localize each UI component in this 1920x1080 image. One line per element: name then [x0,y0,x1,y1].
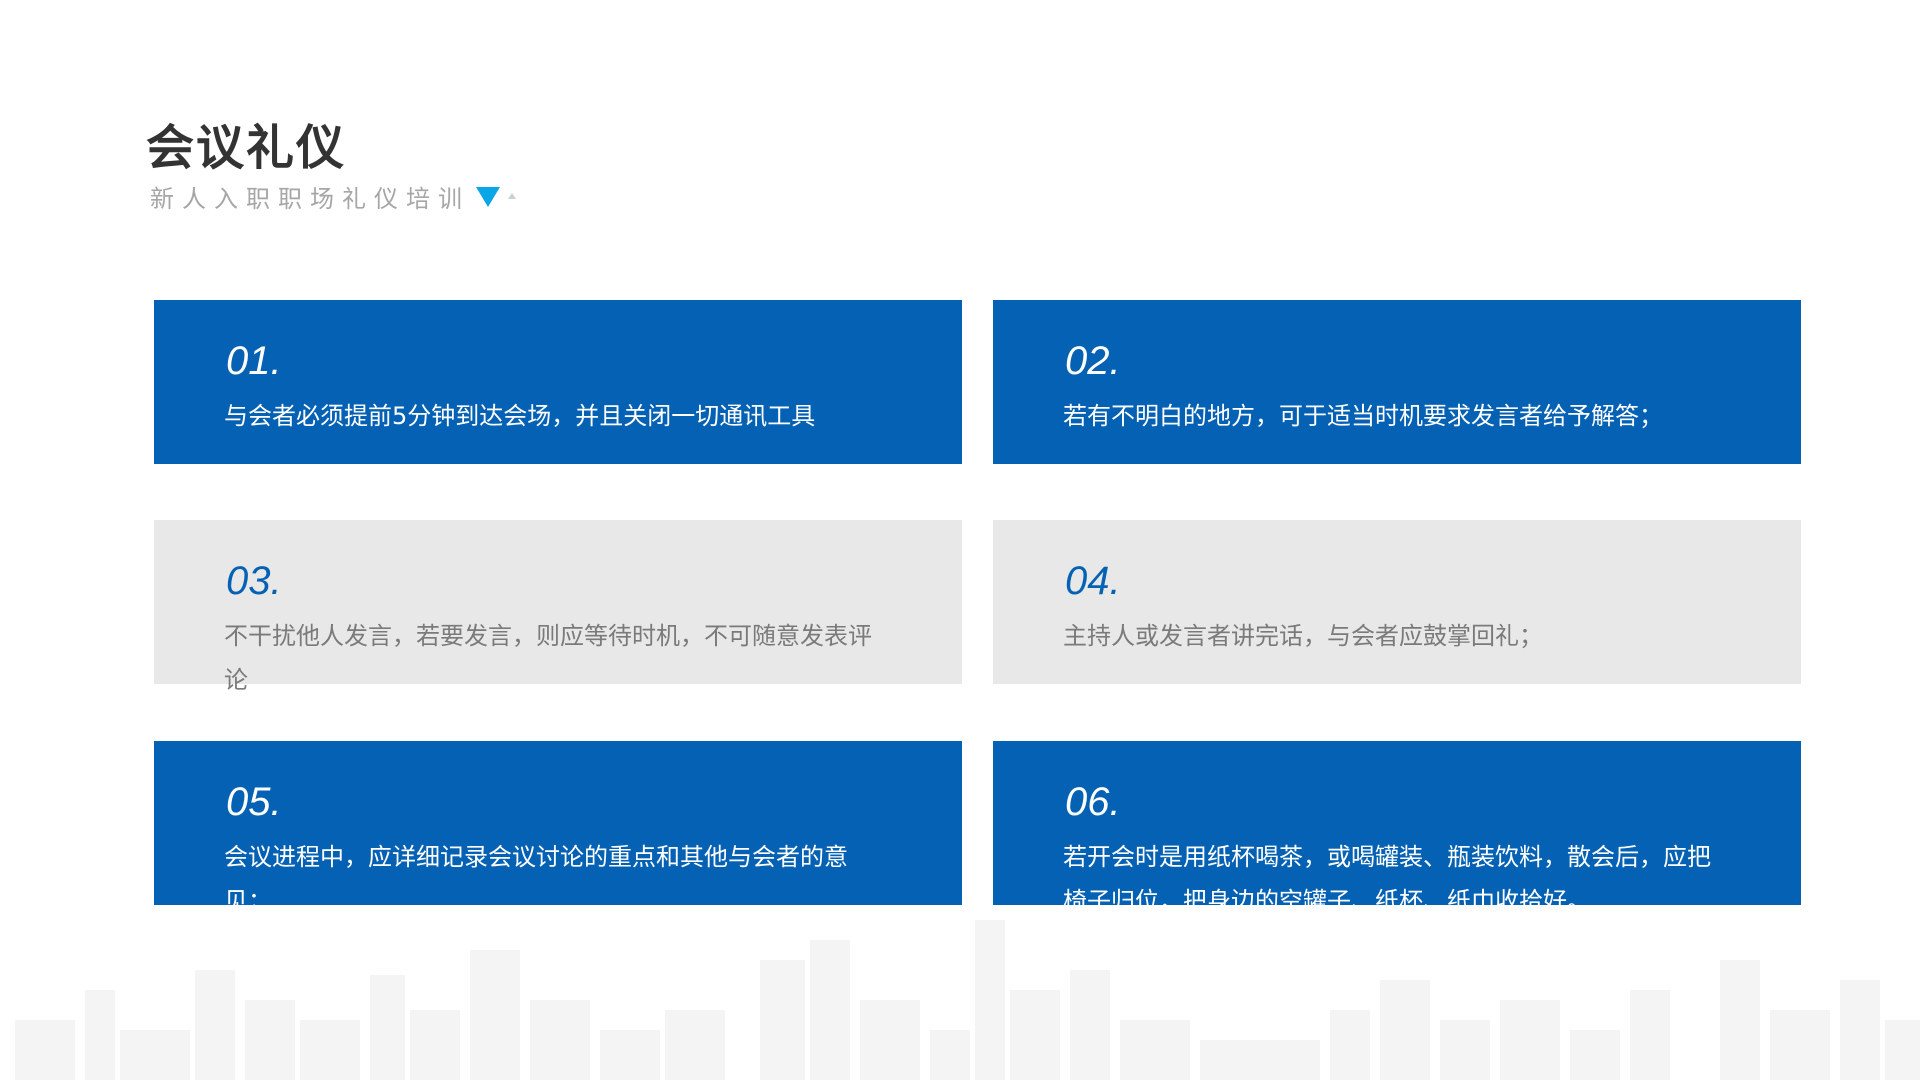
card-text: 若有不明白的地方，可于适当时机要求发言者给予解答； [1063,402,1663,430]
page-subtitle: 新人入职职场礼仪培训 [150,184,470,213]
card-text: 与会者必须提前5分钟到达会场，并且关闭一切通讯工具 [224,402,816,430]
card-04: 04. 主持人或发言者讲完话，与会者应鼓掌回礼； [993,520,1801,684]
card-text: 若开会时是用纸杯喝茶，或喝罐装、瓶装饮料，散会后，应把椅子归位，把身边的空罐子、… [1063,843,1711,915]
page-title: 会议礼仪 [146,120,347,176]
card-number: 04. [1065,559,1121,603]
card-number: 01. [226,339,282,383]
card-number: 02. [1065,339,1121,383]
card-01: 01. 与会者必须提前5分钟到达会场，并且关闭一切通讯工具 [154,300,962,464]
card-02: 02. 若有不明白的地方，可于适当时机要求发言者给予解答； [993,300,1801,464]
card-number: 03. [226,559,282,603]
card-text: 主持人或发言者讲完话，与会者应鼓掌回礼； [1063,622,1543,650]
card-06: 06. 若开会时是用纸杯喝茶，或喝罐装、瓶装饮料，散会后，应把椅子归位，把身边的… [993,741,1801,915]
card-number: 05. [226,780,282,824]
triangle-down-icon [476,187,500,207]
subtitle-row: 新人入职职场礼仪培训 [150,180,516,213]
card-05: 05. 会议进程中，应详细记录会议讨论的重点和其他与会者的意见； [154,741,962,915]
triangle-up-icon [508,193,516,199]
card-text: 不干扰他人发言，若要发言，则应等待时机，不可随意发表评论 [224,622,872,694]
card-03: 03. 不干扰他人发言，若要发言，则应等待时机，不可随意发表评论 [154,520,962,694]
card-text: 会议进程中，应详细记录会议讨论的重点和其他与会者的意见； [224,843,848,915]
card-number: 06. [1065,780,1121,824]
